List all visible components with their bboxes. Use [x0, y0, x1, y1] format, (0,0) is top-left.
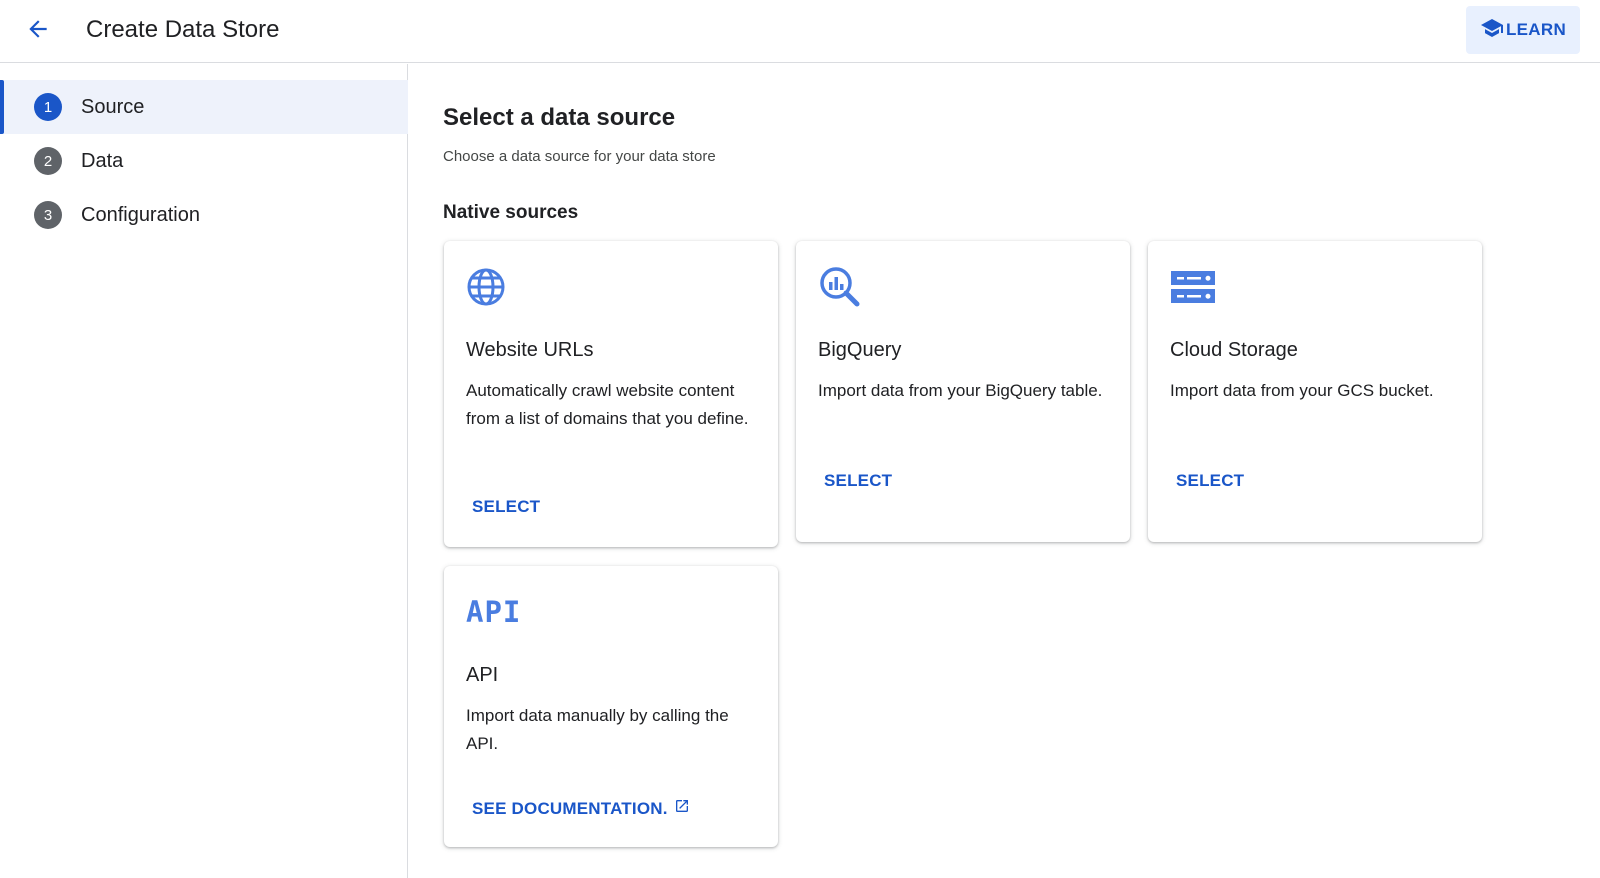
- learn-button[interactable]: LEARN: [1466, 6, 1580, 54]
- step-number: 2: [34, 147, 62, 175]
- school-icon: [1480, 16, 1504, 45]
- arrow-back-icon: [25, 16, 51, 47]
- card-title: Website URLs: [466, 339, 594, 361]
- step-data[interactable]: 2 Data: [0, 134, 408, 188]
- card-description: Import data from your GCS bucket.: [1170, 381, 1434, 400]
- step-label: Configuration: [81, 203, 200, 226]
- card-title: API: [466, 664, 499, 686]
- select-button[interactable]: SELECT: [472, 497, 540, 517]
- bigquery-icon: [818, 265, 866, 309]
- step-label: Source: [81, 95, 145, 118]
- section-title: Select a data source: [443, 104, 676, 131]
- card-description: Import data manually by calling the API.: [466, 706, 729, 753]
- globe-icon: [466, 265, 514, 309]
- step-configuration[interactable]: 3 Configuration: [0, 188, 408, 242]
- back-button[interactable]: [20, 13, 56, 49]
- see-documentation-label: SEE DOCUMENTATION.: [472, 798, 668, 818]
- open-in-new-icon: [674, 798, 690, 819]
- card-api[interactable]: API API Import data manually by calling …: [444, 566, 778, 847]
- card-website-urls[interactable]: Website URLs Automatically crawl website…: [444, 241, 778, 547]
- section-subtitle: Choose a data source for your data store: [443, 148, 716, 165]
- select-label: SELECT: [1176, 471, 1245, 490]
- step-number: 3: [34, 201, 62, 229]
- cloud-storage-icon: [1170, 265, 1218, 309]
- learn-label: LEARN: [1505, 20, 1567, 39]
- top-bar: Create Data Store LEARN: [0, 0, 1600, 63]
- select-label: SELECT: [824, 471, 893, 490]
- select-label: SELECT: [472, 497, 541, 516]
- step-label: Data: [81, 149, 124, 172]
- card-title: BigQuery: [818, 339, 902, 361]
- step-number: 1: [34, 93, 62, 121]
- card-cloud-storage[interactable]: Cloud Storage Import data from your GCS …: [1148, 241, 1482, 542]
- card-description: Import data from your BigQuery table.: [818, 381, 1103, 400]
- card-description: Automatically crawl website content from…: [466, 381, 749, 428]
- select-button[interactable]: SELECT: [1176, 471, 1244, 491]
- card-title: Cloud Storage: [1170, 339, 1298, 361]
- stepper-sidebar: 1 Source 2 Data 3 Configuration: [0, 64, 408, 878]
- native-sources-heading: Native sources: [443, 202, 579, 223]
- page-title: Create Data Store: [86, 16, 280, 43]
- api-icon: API: [466, 595, 522, 629]
- card-bigquery[interactable]: BigQuery Import data from your BigQuery …: [796, 241, 1130, 542]
- main-content: Select a data source Choose a data sourc…: [409, 64, 1600, 878]
- see-documentation-link[interactable]: SEE DOCUMENTATION.: [472, 798, 690, 819]
- step-source[interactable]: 1 Source: [0, 80, 408, 134]
- select-button[interactable]: SELECT: [824, 471, 892, 491]
